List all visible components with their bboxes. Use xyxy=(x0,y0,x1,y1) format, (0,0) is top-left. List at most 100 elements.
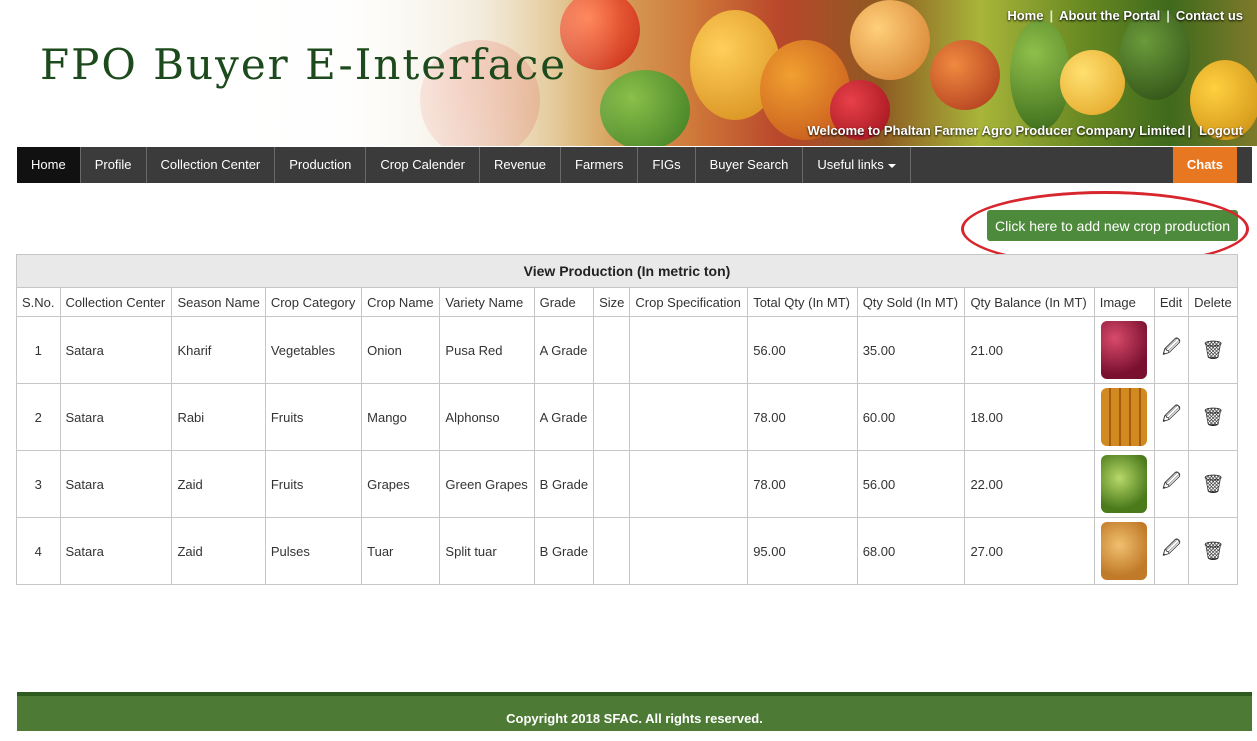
fruit-decoration xyxy=(1060,50,1125,115)
cell-specification xyxy=(629,383,749,451)
edit-icon[interactable]: 🖉 xyxy=(1162,404,1181,424)
column-header: Collection Center xyxy=(59,287,173,317)
cell-category: Vegetables xyxy=(264,316,363,384)
top-link-home[interactable]: Home xyxy=(1001,8,1049,23)
cell-edit: 🖉 xyxy=(1153,517,1190,585)
trash-icon[interactable]: 🗑 xyxy=(1202,407,1225,427)
column-header: Qty Sold (In MT) xyxy=(856,287,966,317)
table-row: 2 Satara Rabi Fruits Mango Alphonso A Gr… xyxy=(16,383,1238,451)
cell-grade: A Grade xyxy=(533,316,595,384)
cell-qty-balance: 18.00 xyxy=(964,383,1095,451)
cell-category: Fruits xyxy=(264,450,363,518)
column-header: Total Qty (In MT) xyxy=(747,287,858,317)
top-links: Home | About the Portal | Contact us xyxy=(1001,8,1249,23)
cell-image xyxy=(1093,517,1155,585)
table-header-row: S.No. Collection Center Season Name Crop… xyxy=(16,287,1238,317)
cell-season: Zaid xyxy=(171,450,266,518)
grapes-image xyxy=(1101,455,1148,513)
top-link-contact[interactable]: Contact us xyxy=(1170,8,1249,23)
edit-icon[interactable]: 🖉 xyxy=(1162,471,1181,491)
caret-down-icon xyxy=(887,163,896,168)
logout-link[interactable]: Logout xyxy=(1193,123,1249,138)
cell-delete: 🗑 xyxy=(1188,316,1238,384)
edit-icon[interactable]: 🖉 xyxy=(1162,538,1181,558)
separator: | xyxy=(1166,8,1170,23)
column-header: S.No. xyxy=(16,287,61,317)
table-title: View Production (In metric ton) xyxy=(16,254,1238,288)
cell-collection-center: Satara xyxy=(59,450,173,518)
cell-variety: Pusa Red xyxy=(439,316,535,384)
column-header: Grade xyxy=(533,287,595,317)
cell-size xyxy=(593,383,631,451)
separator: | xyxy=(1049,8,1054,23)
cell-qty-balance: 27.00 xyxy=(964,517,1095,585)
nav-item-production[interactable]: Production xyxy=(275,147,367,183)
column-header: Delete xyxy=(1188,287,1238,317)
column-header: Variety Name xyxy=(439,287,535,317)
column-header: Edit xyxy=(1153,287,1190,317)
mango-image xyxy=(1101,388,1148,446)
nav-item-home[interactable]: Home xyxy=(17,147,81,183)
tuar-image xyxy=(1101,522,1148,580)
table-row: 1 Satara Kharif Vegetables Onion Pusa Re… xyxy=(16,316,1238,384)
cell-qty-sold: 56.00 xyxy=(856,450,966,518)
nav-item-revenue[interactable]: Revenue xyxy=(480,147,562,183)
nav-item-useful-links-label: Useful links xyxy=(817,157,884,172)
cell-crop: Grapes xyxy=(361,450,441,518)
cell-qty-balance: 22.00 xyxy=(964,450,1095,518)
welcome-text: Welcome to Phaltan Farmer Agro Producer … xyxy=(807,123,1186,138)
column-header: Crop Category xyxy=(264,287,363,317)
column-header: Qty Balance (In MT) xyxy=(964,287,1095,317)
nav-item-useful-links[interactable]: Useful links xyxy=(803,147,911,183)
cell-season: Rabi xyxy=(171,383,266,451)
trash-icon[interactable]: 🗑 xyxy=(1202,474,1225,494)
column-header: Size xyxy=(593,287,631,317)
nav-item-collection-center[interactable]: Collection Center xyxy=(147,147,276,183)
cell-total-qty: 56.00 xyxy=(747,316,858,384)
cell-size xyxy=(593,450,631,518)
edit-icon[interactable]: 🖉 xyxy=(1162,337,1181,357)
cell-variety: Green Grapes xyxy=(439,450,535,518)
cell-specification xyxy=(629,450,749,518)
cell-qty-sold: 60.00 xyxy=(856,383,966,451)
chats-button[interactable]: Chats xyxy=(1172,147,1237,183)
nav-item-buyer-search[interactable]: Buyer Search xyxy=(696,147,804,183)
cell-crop: Onion xyxy=(361,316,441,384)
top-link-about[interactable]: About the Portal xyxy=(1053,8,1166,23)
nav-item-farmers[interactable]: Farmers xyxy=(561,147,639,183)
cell-variety: Alphonso xyxy=(439,383,535,451)
cell-size xyxy=(593,316,631,384)
cell-total-qty: 78.00 xyxy=(747,383,858,451)
cell-sno: 1 xyxy=(16,316,61,384)
cell-total-qty: 95.00 xyxy=(747,517,858,585)
trash-icon[interactable]: 🗑 xyxy=(1202,340,1225,360)
column-header: Season Name xyxy=(171,287,266,317)
nav-item-profile[interactable]: Profile xyxy=(81,147,147,183)
fruit-decoration xyxy=(1120,10,1190,100)
nav-item-crop-calender[interactable]: Crop Calender xyxy=(366,147,480,183)
cell-qty-sold: 35.00 xyxy=(856,316,966,384)
cell-category: Pulses xyxy=(264,517,363,585)
trash-icon[interactable]: 🗑 xyxy=(1202,541,1225,561)
cell-qty-balance: 21.00 xyxy=(964,316,1095,384)
footer: Copyright 2018 SFAC. All rights reserved… xyxy=(17,692,1252,731)
column-header: Crop Specification xyxy=(629,287,749,317)
fruit-decoration xyxy=(850,0,930,80)
column-header: Crop Name xyxy=(361,287,441,317)
site-title: FPO Buyer E-Interface xyxy=(40,40,568,89)
cell-collection-center: Satara xyxy=(59,517,173,585)
add-crop-production-button[interactable]: Click here to add new crop production xyxy=(987,210,1238,241)
cell-season: Kharif xyxy=(171,316,266,384)
cell-sno: 4 xyxy=(16,517,61,585)
separator: | xyxy=(1187,123,1191,138)
cell-image xyxy=(1093,316,1155,384)
cell-category: Fruits xyxy=(264,383,363,451)
cell-specification xyxy=(629,517,749,585)
nav-item-figs[interactable]: FIGs xyxy=(638,147,696,183)
cell-delete: 🗑 xyxy=(1188,383,1238,451)
cell-grade: A Grade xyxy=(533,383,595,451)
cell-edit: 🖉 xyxy=(1153,383,1190,451)
table-title-row: View Production (In metric ton) xyxy=(16,254,1238,288)
cell-specification xyxy=(629,316,749,384)
cell-collection-center: Satara xyxy=(59,383,173,451)
